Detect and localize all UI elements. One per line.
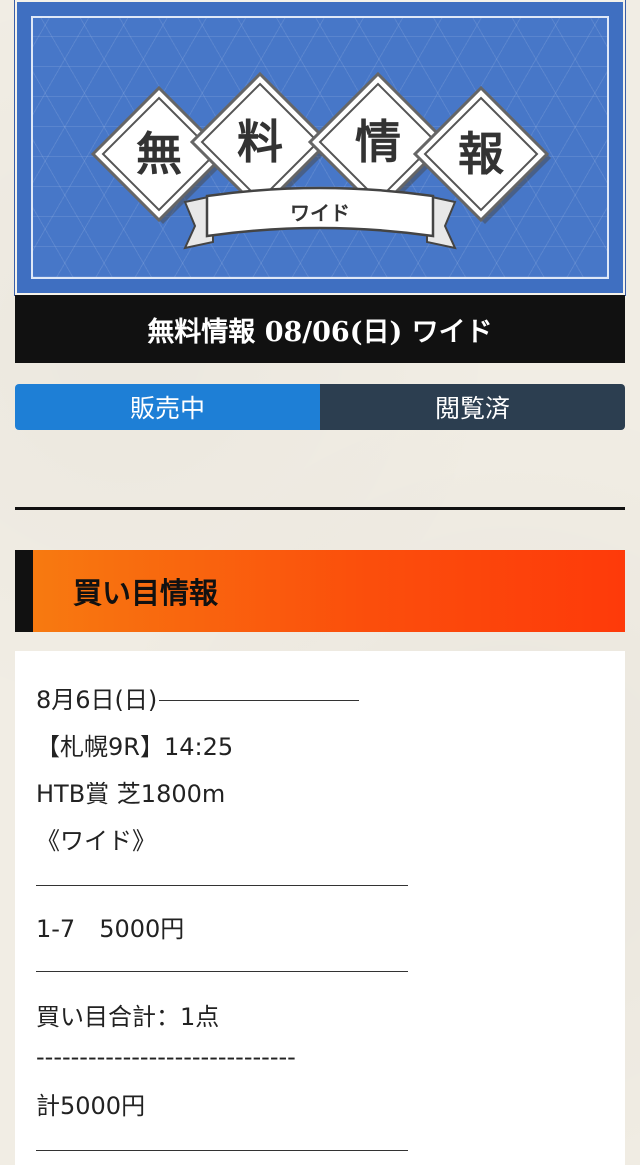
race-date: 8月6日(日) xyxy=(36,686,158,714)
race-venue-time: 【札幌9R】14:25 xyxy=(36,733,234,761)
race-date-line: 8月6日(日) xyxy=(36,677,625,724)
race-name: HTB賞 芝1800m xyxy=(36,780,226,808)
banner-char-4: 報 xyxy=(458,127,504,181)
ribbon: ワイド xyxy=(183,186,457,250)
page-title: 無料情報 08/06(日) ワイド xyxy=(15,295,625,363)
banner-graphic: 無 料 情 報 ワイド xyxy=(90,71,551,250)
status-tabs: 販売中 閲覧済 xyxy=(15,384,625,430)
banner-char-3: 情 xyxy=(355,115,401,169)
bet-info-panel: 8月6日(日) 【札幌9R】14:25 HTB賞 芝1800m 《ワイド》 1-… xyxy=(15,651,625,1165)
tab-on-sale[interactable]: 販売中 xyxy=(15,384,320,430)
total-points: 買い目合計：1点 xyxy=(36,1003,220,1031)
section-title: 買い目情報 xyxy=(15,550,625,632)
tab-viewed[interactable]: 閲覧済 xyxy=(320,384,625,430)
separator-rule xyxy=(36,1150,408,1151)
bet-type: 《ワイド》 xyxy=(36,827,156,855)
banner-char-1: 無 xyxy=(136,127,182,181)
dash-separator: ------------------------------ xyxy=(36,1043,296,1071)
divider xyxy=(15,507,625,510)
banner-char-2: 料 xyxy=(237,115,283,169)
free-info-banner: 無 料 情 報 ワイド xyxy=(14,0,626,296)
date-rule xyxy=(159,700,360,701)
bet-line: 1-7 5000円 xyxy=(36,915,185,943)
ribbon-label: ワイド xyxy=(290,201,350,225)
total-amount: 計5000円 xyxy=(36,1092,146,1120)
